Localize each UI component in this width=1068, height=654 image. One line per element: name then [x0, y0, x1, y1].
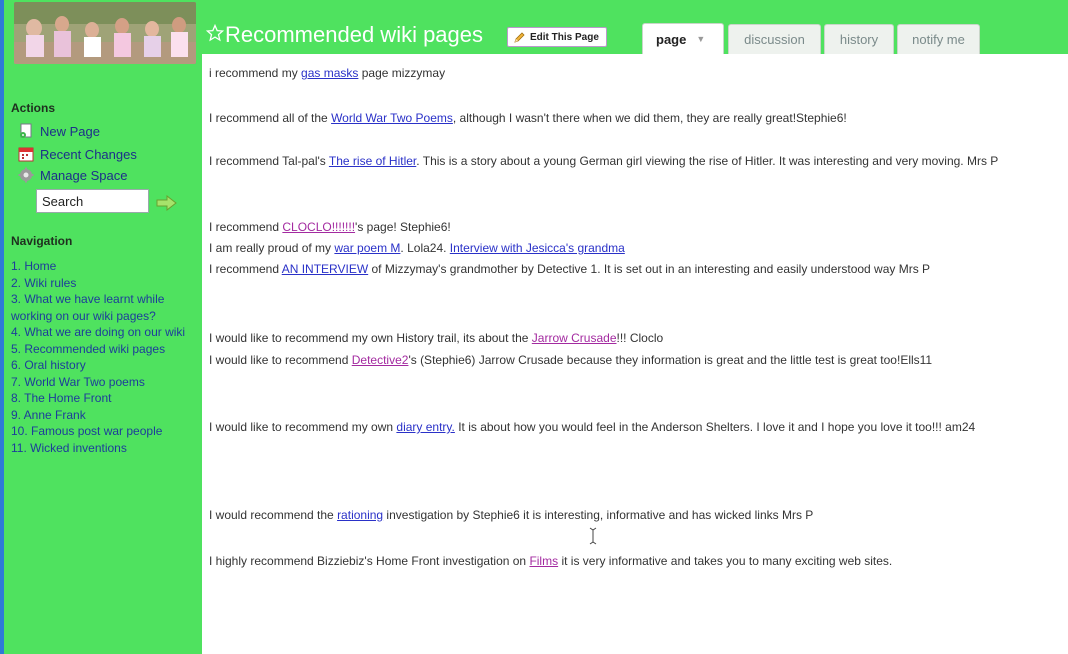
- text: I would like to recommend my own: [209, 420, 397, 434]
- recommendation-paragraph: I highly recommend Bizziebiz's Home Fron…: [209, 551, 1057, 571]
- page-header: Recommended wiki pages Edit This Page pa…: [202, 0, 1068, 54]
- text: . Lola24.: [400, 241, 450, 255]
- tab-page[interactable]: page ▼: [642, 23, 724, 54]
- tab-page-label: page: [656, 31, 687, 47]
- recommendation-paragraph: I recommend AN INTERVIEW of Mizzymay's g…: [209, 259, 1057, 279]
- gear-icon: [18, 167, 34, 183]
- an-interview-link[interactable]: AN INTERVIEW: [282, 262, 368, 276]
- text: it is very informative and takes you to …: [558, 554, 893, 568]
- recent-changes-link[interactable]: Recent Changes: [18, 145, 137, 163]
- text: 's page! Stephie6!: [355, 220, 451, 234]
- nav-item-wicked-inventions[interactable]: 11. Wicked inventions: [11, 440, 201, 457]
- tab-discussion-label: discussion: [744, 32, 805, 47]
- text: I highly recommend Bizziebiz's Home Fron…: [209, 554, 530, 568]
- text: It is about how you would feel in the An…: [454, 420, 976, 434]
- text: I recommend all of the: [209, 111, 332, 125]
- chevron-down-icon: ▼: [696, 34, 706, 44]
- text: I would like to recommend my own History…: [209, 331, 532, 345]
- nav-item-what-we-are-doing[interactable]: 4. What we are doing on our wiki: [11, 324, 201, 341]
- recent-changes-label: Recent Changes: [40, 146, 137, 162]
- calendar-icon: [18, 147, 34, 162]
- page-title: Recommended wiki pages: [225, 22, 484, 47]
- text: of Mizzymay's grandmother by Detective 1…: [368, 262, 931, 276]
- nav-item-what-we-have-learnt[interactable]: 3. What we have learnt while working on …: [11, 291, 201, 324]
- recommendation-paragraph: I would like to recommend Detective2's (…: [209, 350, 1057, 370]
- jarrow-crusade-link[interactable]: Jarrow Crusade: [532, 331, 617, 345]
- edit-this-page-label: Edit This Page: [530, 31, 599, 43]
- nav-item-famous-post-war-people[interactable]: 10. Famous post war people: [11, 423, 201, 440]
- detective2-link[interactable]: Detective2: [352, 353, 409, 367]
- recommendation-paragraph: i recommend my gas masks page mizzymay: [209, 63, 1057, 83]
- new-page-label: New Page: [40, 123, 100, 139]
- nav-item-recommended-wiki-pages[interactable]: 5. Recommended wiki pages: [11, 341, 201, 358]
- navigation-heading: Navigation: [11, 234, 73, 248]
- new-page-link[interactable]: New Page: [20, 122, 100, 140]
- search-go-arrow-icon[interactable]: [156, 195, 178, 211]
- text: I recommend: [209, 220, 283, 234]
- recommendation-paragraph: I recommend all of the World War Two Poe…: [209, 108, 1057, 128]
- actions-heading: Actions: [11, 101, 56, 115]
- navigation-list: 1. Home 2. Wiki rules 3. What we have le…: [11, 258, 201, 456]
- rise-of-hitler-link[interactable]: The rise of Hitler: [329, 154, 416, 168]
- text: 's (Stephie6) Jarrow Crusade because the…: [408, 353, 933, 367]
- text: I recommend: [209, 262, 282, 276]
- manage-space-link[interactable]: Manage Space: [18, 166, 128, 184]
- recommendation-paragraph: I recommend Tal-pal's The rise of Hitler…: [209, 151, 1057, 171]
- space-photo[interactable]: [14, 2, 196, 64]
- nav-item-wiki-rules[interactable]: 2. Wiki rules: [11, 275, 201, 292]
- tab-notify-me[interactable]: notify me: [897, 24, 980, 54]
- text: investigation by Stephie6 it is interest…: [383, 508, 814, 522]
- tab-notify-me-label: notify me: [912, 32, 965, 47]
- text: I would recommend the: [209, 508, 338, 522]
- tab-history-label: history: [839, 32, 879, 47]
- films-link[interactable]: Films: [529, 554, 558, 568]
- pencil-icon: [514, 32, 525, 43]
- recommendation-paragraph: I would recommend the rationing investig…: [209, 505, 1057, 525]
- new-page-icon: [20, 123, 32, 138]
- tab-discussion[interactable]: discussion: [728, 24, 821, 54]
- nav-item-home-front[interactable]: 8. The Home Front: [11, 390, 201, 407]
- recommendation-paragraph: I would like to recommend my own diary e…: [209, 417, 1057, 437]
- nav-item-home[interactable]: 1. Home: [11, 258, 201, 275]
- manage-space-label: Manage Space: [40, 167, 128, 183]
- star-icon[interactable]: [206, 24, 224, 42]
- nav-item-oral-history[interactable]: 6. Oral history: [11, 357, 201, 374]
- recommendation-paragraph: I would like to recommend my own History…: [209, 328, 1057, 348]
- text: I am really proud of my: [209, 241, 335, 255]
- cloclo-link[interactable]: CLOCLO!!!!!!!: [282, 220, 355, 234]
- text: . This is a story about a young German g…: [416, 154, 999, 168]
- interview-with-jesicca-grandma-link[interactable]: Interview with Jesicca's grandma: [450, 241, 625, 255]
- diary-entry-link[interactable]: diary entry.: [396, 420, 454, 434]
- tab-history[interactable]: history: [824, 24, 894, 54]
- search-input[interactable]: [36, 189, 149, 213]
- nav-item-world-war-two-poems[interactable]: 7. World War Two poems: [11, 374, 201, 391]
- text: I recommend Tal-pal's: [209, 154, 329, 168]
- recommendation-paragraph: I recommend CLOCLO!!!!!!!'s page! Stephi…: [209, 217, 1057, 237]
- nav-item-anne-frank[interactable]: 9. Anne Frank: [11, 407, 201, 424]
- text-cursor-icon: [589, 527, 597, 545]
- war-poem-m-link[interactable]: war poem M: [334, 241, 400, 255]
- text: !!! Cloclo: [616, 331, 664, 345]
- sidebar: Actions New Page Recent Changes Manage S…: [0, 0, 202, 654]
- text: i recommend my: [209, 66, 302, 80]
- text: , although I wasn't there when we did th…: [452, 111, 847, 125]
- edit-this-page-button[interactable]: Edit This Page: [507, 27, 607, 47]
- rationing-link[interactable]: rationing: [337, 508, 383, 522]
- text: page mizzymay: [358, 66, 446, 80]
- recommendation-paragraph: I am really proud of my war poem M. Lola…: [209, 238, 1057, 258]
- world-war-two-poems-link[interactable]: World War Two Poems: [331, 111, 453, 125]
- gas-masks-link[interactable]: gas masks: [301, 66, 358, 80]
- text: I would like to recommend: [209, 353, 352, 367]
